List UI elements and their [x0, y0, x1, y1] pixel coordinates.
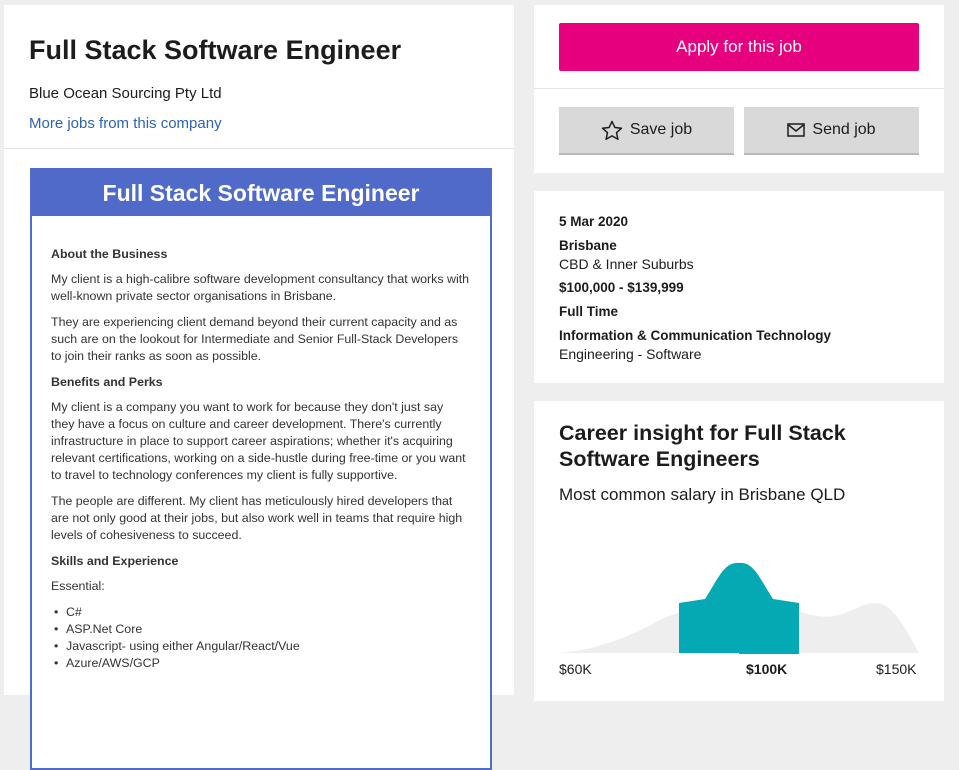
apply-button[interactable]: Apply for this job: [559, 23, 919, 71]
axis-label-high: $150K: [876, 661, 917, 677]
listing-date: 5 Mar 2020: [559, 214, 629, 229]
location: Brisbane: [559, 238, 617, 253]
ad-body: About the Business My client is a high-c…: [32, 216, 490, 672]
salary-distribution-chart: [559, 562, 919, 654]
area: CBD & Inner Suburbs: [559, 256, 694, 272]
company-name: Blue Ocean Sourcing Pty Ltd: [29, 85, 222, 102]
page-title: Full Stack Software Engineer: [29, 35, 402, 65]
essential-label: Essential:: [51, 579, 105, 593]
job-ad-template: Full Stack Software Engineer About the B…: [30, 168, 492, 770]
divider: [534, 88, 944, 89]
salary: $100,000 - $139,999: [559, 280, 684, 295]
list-item: ASP.Net Core: [51, 621, 470, 638]
mail-icon: [787, 123, 806, 137]
axis-label-mid: $100K: [746, 661, 788, 677]
divider: [4, 148, 514, 149]
benefits-paragraph: My client is a company you want to work …: [51, 400, 466, 482]
insight-title: Career insight for Full Stack Software E…: [559, 421, 846, 471]
benefits-heading: Benefits and Perks: [51, 375, 163, 389]
benefits-paragraph: The people are different. My client has …: [51, 494, 463, 542]
actions-card: Apply for this job Save job Send job: [534, 5, 944, 173]
star-icon: [601, 120, 623, 140]
send-job-label: Send job: [812, 121, 876, 138]
axis-label-low: $60K: [559, 661, 592, 677]
list-item: Azure/AWS/GCP: [51, 655, 470, 672]
subclassification: Engineering - Software: [559, 346, 702, 362]
classification: Information & Communication Technology: [559, 328, 831, 343]
insight-subtitle: Most common salary in Brisbane QLD: [559, 485, 846, 504]
about-paragraph: They are experiencing client demand beyo…: [51, 315, 459, 363]
job-header-card: Full Stack Software Engineer Blue Ocean …: [4, 5, 514, 770]
career-insight-card: Career insight for Full Stack Software E…: [534, 401, 944, 701]
about-paragraph: My client is a high-calibre software dev…: [51, 272, 470, 303]
list-item: C#: [51, 604, 470, 621]
save-job-label: Save job: [629, 121, 693, 138]
job-details-card: 5 Mar 2020 Brisbane CBD & Inner Suburbs …: [534, 191, 944, 383]
list-item: Javascript- using either Angular/React/V…: [51, 638, 470, 655]
save-job-button[interactable]: Save job: [559, 107, 734, 155]
more-jobs-link[interactable]: More jobs from this company: [29, 115, 222, 132]
about-heading: About the Business: [51, 247, 168, 261]
send-job-button[interactable]: Send job: [744, 107, 919, 155]
skills-list: C# ASP.Net Core Javascript- using either…: [51, 604, 470, 672]
work-type: Full Time: [559, 304, 619, 319]
skills-heading: Skills and Experience: [51, 554, 179, 568]
ad-banner-title: Full Stack Software Engineer: [30, 168, 492, 216]
